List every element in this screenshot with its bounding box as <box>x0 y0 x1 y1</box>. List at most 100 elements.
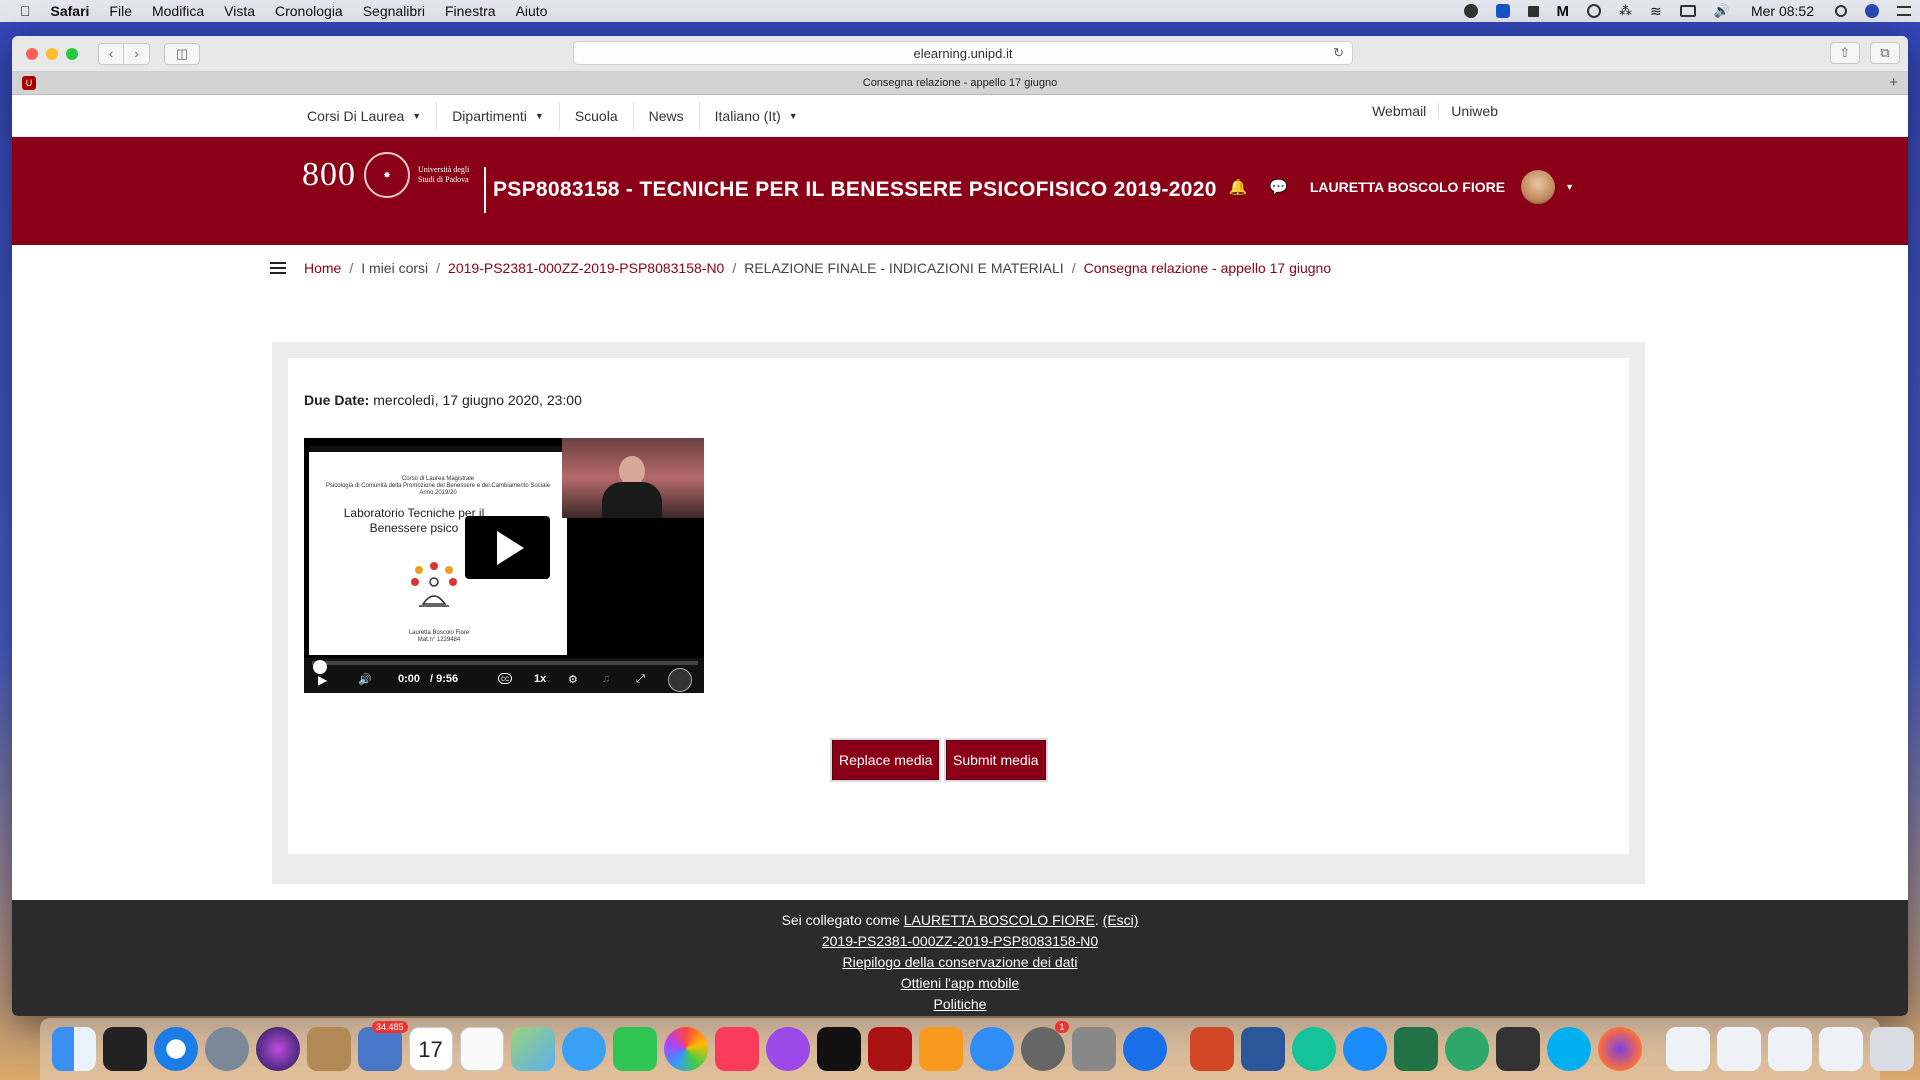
reload-icon[interactable]: ↻ <box>1333 45 1344 61</box>
chat-bubble-icon[interactable]: 💬 <box>1269 178 1288 196</box>
contacts-icon[interactable] <box>306 1027 351 1071</box>
breadcrumb-section[interactable]: RELAZIONE FINALE - INDICAZIONI E MATERIA… <box>744 260 1063 276</box>
reminders-icon[interactable] <box>459 1027 504 1071</box>
new-tab-button[interactable]: + <box>1889 74 1898 91</box>
mobile-app-link[interactable]: Ottieni l'app mobile <box>901 975 1020 991</box>
siri-icon[interactable] <box>255 1027 300 1071</box>
apple-icon[interactable]:  <box>20 3 31 19</box>
video-progress-bar[interactable] <box>312 660 698 674</box>
shazam-icon[interactable] <box>1343 1027 1387 1071</box>
progress-handle[interactable] <box>313 660 327 674</box>
nav-corsi-di-laurea[interactable]: Corsi Di Laurea ▼ <box>292 101 438 130</box>
uniweb-link[interactable]: Uniweb <box>1438 103 1510 119</box>
status-icon[interactable] <box>1463 4 1478 18</box>
zoom-window-button[interactable] <box>66 47 78 60</box>
video-player[interactable]: Corso di Laurea Magistrale Psicologia di… <box>304 438 704 693</box>
sidebar-toggle-button[interactable]: ◫ <box>164 42 200 65</box>
maps-icon[interactable] <box>510 1027 555 1071</box>
volume-icon[interactable]: 🔊 <box>1714 3 1730 19</box>
breadcrumb-current[interactable]: Consegna relazione - appello 17 giugno <box>1084 260 1332 276</box>
playback-speed[interactable]: 1x <box>534 673 546 685</box>
photos-icon[interactable] <box>663 1027 708 1071</box>
trash-icon[interactable] <box>1869 1027 1914 1071</box>
course-title[interactable]: PSP8083158 - TECNICHE PER IL BENESSERE P… <box>493 178 1217 202</box>
stop-icon[interactable] <box>1527 5 1539 17</box>
nav-scuola[interactable]: Scuola <box>560 101 634 130</box>
menu-app-name[interactable]: Safari <box>51 3 90 19</box>
status-icon[interactable] <box>1495 4 1510 18</box>
minimize-window-button[interactable] <box>46 47 58 60</box>
breadcrumb-home[interactable]: Home <box>304 260 341 276</box>
breadcrumb-my-courses[interactable]: I miei corsi <box>361 260 428 276</box>
menu-aiuto[interactable]: Aiuto <box>516 3 548 19</box>
tv-icon[interactable] <box>816 1027 861 1071</box>
drawer-menu-icon[interactable] <box>270 262 286 274</box>
grammarly-icon[interactable] <box>1292 1027 1336 1071</box>
settings-gear-icon[interactable]: ⚙ <box>568 673 578 686</box>
share-button[interactable]: ⇧ <box>1830 42 1860 64</box>
tabs-overview-button[interactable]: ⧉ <box>1870 42 1900 64</box>
menubar-clock[interactable]: Mer 08:52 <box>1751 3 1814 19</box>
avatar[interactable] <box>1521 170 1556 204</box>
forward-button[interactable]: › <box>124 42 150 65</box>
window-thumbnail[interactable] <box>1665 1027 1710 1071</box>
policies-link[interactable]: Politiche <box>934 996 987 1012</box>
bluetooth-icon[interactable]: ⁂ <box>1619 3 1632 19</box>
university-logo[interactable]: 800 ✸ Università degli Studi di Padova <box>302 152 478 198</box>
tab-title[interactable]: Consegna relazione - appello 17 giugno <box>863 77 1057 89</box>
play-small-icon[interactable]: ▶ <box>318 673 327 687</box>
data-retention-link[interactable]: Riepilogo della conservazione dei dati <box>842 954 1077 970</box>
word-icon[interactable] <box>1241 1027 1285 1071</box>
address-bar[interactable]: elearning.unipd.it ↻ <box>573 41 1353 65</box>
calendar-icon[interactable]: 17 <box>408 1027 453 1071</box>
menu-cronologia[interactable]: Cronologia <box>275 3 343 19</box>
podcasts-icon[interactable] <box>765 1027 810 1071</box>
volume-icon[interactable]: 🔊 <box>358 673 372 686</box>
footer-user-link[interactable]: LAURETTA BOSCOLO FIORE <box>904 912 1095 928</box>
teamviewer-icon[interactable] <box>1122 1027 1167 1071</box>
music-icon[interactable] <box>714 1027 759 1071</box>
logout-link[interactable]: (Esci) <box>1103 912 1139 928</box>
airplay-icon[interactable] <box>1679 5 1696 17</box>
time-machine-icon[interactable] <box>1587 4 1602 18</box>
caret-down-icon[interactable]: ▼ <box>1565 182 1574 192</box>
excel-icon[interactable] <box>1394 1027 1438 1071</box>
facetime-icon[interactable] <box>612 1027 657 1071</box>
menu-modifica[interactable]: Modifica <box>152 3 204 19</box>
window-thumbnail[interactable] <box>1767 1027 1812 1071</box>
submit-media-button[interactable]: Submit media <box>946 740 1046 780</box>
powerpoint-icon[interactable] <box>1190 1027 1234 1071</box>
closed-captions-icon[interactable]: cc <box>498 673 512 684</box>
window-thumbnail[interactable] <box>1818 1027 1863 1071</box>
close-window-button[interactable] <box>26 47 38 60</box>
music-note-icon[interactable]: ♫ <box>602 673 610 685</box>
menu-segnalibri[interactable]: Segnalibri <box>363 3 425 19</box>
system-preferences-icon[interactable]: 1 <box>1020 1021 1069 1071</box>
app-store-icon[interactable] <box>969 1027 1014 1071</box>
screenshot-icon[interactable] <box>1071 1027 1116 1071</box>
skype-icon[interactable] <box>1547 1027 1591 1071</box>
bell-icon[interactable]: 🔔 <box>1228 178 1247 196</box>
play-button[interactable] <box>465 516 550 579</box>
notification-center-icon[interactable] <box>1897 6 1911 16</box>
menu-finestra[interactable]: Finestra <box>445 3 496 19</box>
language-selector[interactable]: Italiano (It) ▼ <box>700 102 813 130</box>
window-thumbnail[interactable] <box>1716 1027 1761 1071</box>
wifi-icon[interactable]: ≋ <box>1650 3 1662 20</box>
spotlight-search-icon[interactable] <box>1835 5 1847 17</box>
fullscreen-icon[interactable]: ⤢ <box>636 673 645 686</box>
nav-news[interactable]: News <box>634 101 700 130</box>
back-button[interactable]: ‹ <box>98 42 124 65</box>
messages-icon[interactable] <box>561 1027 606 1071</box>
printer-icon[interactable] <box>1496 1027 1540 1071</box>
safari-icon[interactable] <box>153 1027 198 1071</box>
launchpad-icon[interactable] <box>204 1027 249 1071</box>
footer-course-link[interactable]: 2019-PS2381-000ZZ-2019-PSP8083158-N0 <box>822 933 1098 949</box>
status-icon[interactable]: M <box>1557 3 1570 20</box>
menu-file[interactable]: File <box>109 3 132 19</box>
user-icon[interactable] <box>1865 4 1879 18</box>
firefox-icon[interactable] <box>1598 1027 1642 1071</box>
user-name[interactable]: LAURETTA BOSCOLO FIORE <box>1310 179 1505 195</box>
nav-dipartimenti[interactable]: Dipartimenti ▼ <box>437 101 560 130</box>
mail-icon[interactable]: 34.485 <box>357 1021 408 1071</box>
